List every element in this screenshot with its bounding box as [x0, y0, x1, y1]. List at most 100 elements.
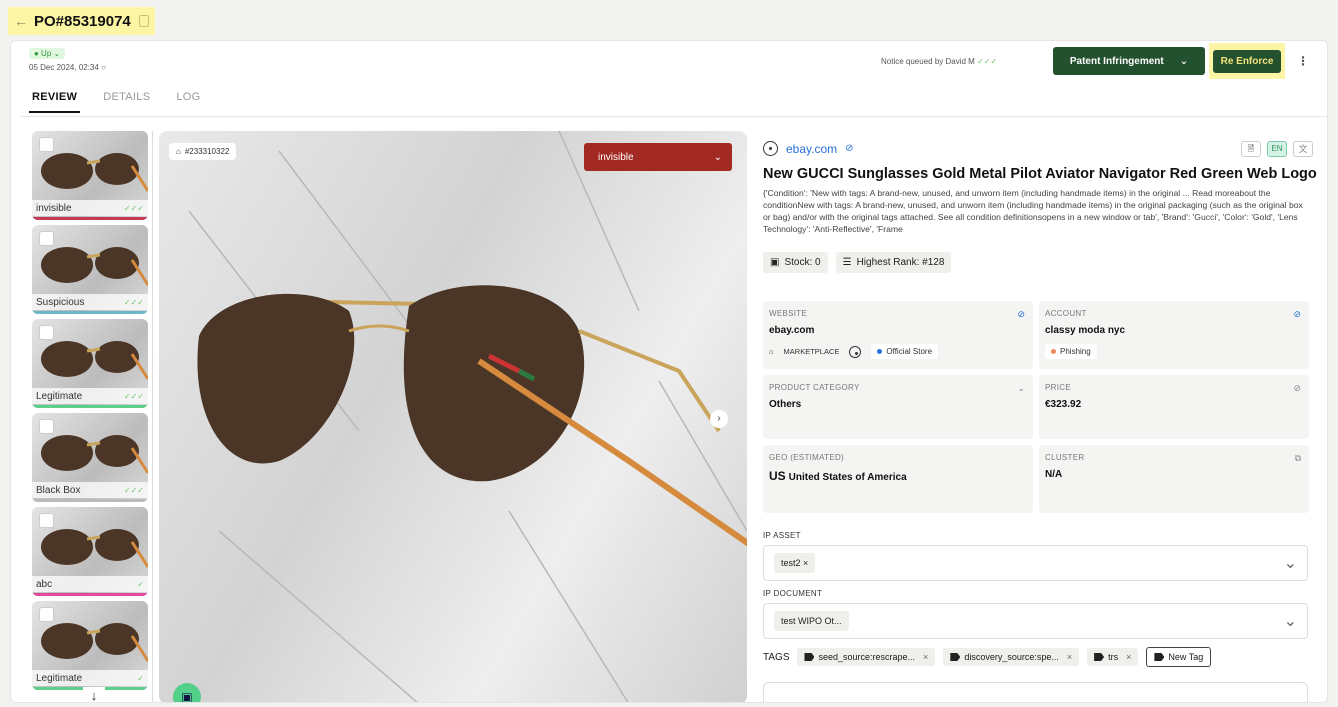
- stock-chip: ▣ Stock: 0: [763, 252, 828, 273]
- remove-icon: ×: [923, 652, 929, 662]
- patent-infringement-dropdown[interactable]: Patent Infringement ⌄: [1053, 47, 1205, 75]
- check-icon: ✓✓✓: [123, 391, 144, 401]
- account-card: ACCOUNT ⊘ classy moda nyc Phishing: [1039, 301, 1309, 369]
- chevron-down-icon: ⌄: [1017, 383, 1025, 393]
- tab-divider: [21, 116, 1327, 117]
- thumbnail-label: Legitimate ✓: [32, 670, 148, 686]
- tag-icon: [1154, 653, 1165, 661]
- remove-icon: ×: [1126, 652, 1132, 662]
- listing-chips: ▣ Stock: 0 ☰ Highest Rank: #128: [763, 252, 952, 273]
- thumbnail-item[interactable]: Suspicious ✓✓✓: [32, 225, 148, 314]
- re-enforce-button[interactable]: Re Enforce: [1212, 49, 1282, 73]
- thumbnail-list[interactable]: invisible ✓✓✓ Suspicious ✓✓✓ Legitimate ✓✓✓ Bl…: [32, 131, 150, 702]
- check-icon: ✓✓✓: [977, 57, 998, 66]
- marketplace-icon: ⌂: [769, 347, 774, 356]
- thumbnail-label: Suspicious ✓✓✓: [32, 294, 148, 310]
- check-icon: ✓: [137, 673, 144, 683]
- tag-icon: [804, 653, 815, 661]
- remove-icon: ×: [1066, 652, 1073, 662]
- check-icon: ✓✓✓: [123, 485, 144, 495]
- next-image-icon[interactable]: ›: [710, 410, 728, 428]
- tag-icon: [1094, 653, 1105, 661]
- marketplace-label: MARKETPLACE: [783, 347, 840, 356]
- clock-icon: ○: [101, 63, 106, 72]
- thumbnail-checkbox[interactable]: [39, 325, 54, 340]
- check-icon: ✓✓✓: [123, 297, 144, 307]
- website-value: ebay.com: [769, 325, 815, 336]
- comment-box[interactable]: [763, 682, 1308, 702]
- image-edit-icon[interactable]: ▣: [173, 683, 201, 702]
- building-icon: ⌂: [176, 147, 181, 156]
- geo-card: GEO (ESTIMATED) US United States of Ameri…: [763, 445, 1033, 513]
- tags-row: TAGS seed_source:rescrape... × discovery_…: [763, 647, 1212, 667]
- new-tag-button[interactable]: New Tag: [1146, 647, 1212, 667]
- thumbnail-item[interactable]: Legitimate ✓: [32, 601, 148, 690]
- chevron-down-icon: ⌄: [1283, 613, 1297, 630]
- thumbnail-status-bar: [32, 499, 148, 502]
- status-date: 05 Dec 2024, 02:34 ○: [29, 63, 106, 72]
- thumbnail-item[interactable]: Legitimate ✓✓✓: [32, 319, 148, 408]
- document-icon[interactable]: 🗎: [1241, 141, 1261, 157]
- thumbnail-checkbox[interactable]: [39, 231, 54, 246]
- more-options-icon[interactable]: ⋮: [1297, 54, 1309, 68]
- scroll-down-icon[interactable]: ↓: [83, 687, 105, 702]
- external-link-icon: ⧉: [1294, 453, 1301, 463]
- official-store-badge: Official Store: [871, 344, 939, 359]
- tab-review[interactable]: REVIEW: [28, 91, 81, 113]
- ip-document-label: IP DOCUMENT: [763, 589, 823, 598]
- tag-chip[interactable]: seed_source:rescrape... ×: [797, 648, 936, 666]
- ip-asset-label: IP ASSET: [763, 531, 801, 540]
- thumbnail-status-bar: [32, 593, 148, 596]
- thumbnail-item[interactable]: abc ✓: [32, 507, 148, 596]
- tag-chip[interactable]: discovery_source:spe... ×: [943, 648, 1080, 666]
- thumbnail-checkbox[interactable]: [39, 137, 54, 152]
- thumbnail-checkbox[interactable]: [39, 607, 54, 622]
- link-icon: ⊘: [845, 143, 854, 154]
- tab-details[interactable]: DETAILS: [103, 91, 150, 103]
- link-icon: ⊘: [1017, 309, 1025, 319]
- thumbnail-status-bar: [32, 311, 148, 314]
- thumbnail-item[interactable]: Black Box ✓✓✓: [32, 413, 148, 502]
- back-arrow-icon[interactable]: ←: [14, 13, 28, 29]
- box-icon: ▣: [770, 257, 780, 268]
- chevron-down-icon: ⌄: [1179, 55, 1189, 67]
- tag-icon: [950, 653, 961, 661]
- no-icon: ⊘: [1293, 383, 1301, 393]
- phishing-badge: Phishing: [1045, 344, 1097, 359]
- check-icon: ✓✓✓: [123, 203, 144, 213]
- globe-icon: [763, 141, 778, 156]
- enforce-highlight: Re Enforce: [1209, 43, 1285, 79]
- chevron-down-icon: ⌄: [713, 151, 722, 163]
- product-image[interactable]: ⌂ #233310322 invisible ⌄ › ▣: [159, 131, 747, 702]
- ip-asset-chip: test2 ×: [774, 553, 816, 573]
- thumbnail-label: Black Box ✓✓✓: [32, 482, 148, 498]
- thumbnail-label: abc ✓: [32, 576, 148, 592]
- lang-en-button[interactable]: EN: [1267, 141, 1287, 157]
- chevron-down-icon: ⌄: [1283, 555, 1297, 572]
- po-header[interactable]: ← PO#85319074: [8, 7, 155, 35]
- thumbnail-checkbox[interactable]: [39, 419, 54, 434]
- tab-log[interactable]: LOG: [176, 91, 200, 103]
- ip-asset-select[interactable]: test2 × ⌄: [763, 545, 1308, 581]
- copy-icon[interactable]: [138, 15, 149, 27]
- cluster-card: CLUSTER ⧉ N/A: [1039, 445, 1309, 513]
- language-switch: 🗎 EN 文: [1241, 141, 1313, 157]
- image-status-dropdown[interactable]: invisible ⌄: [584, 143, 732, 171]
- account-value: classy moda nyc: [1045, 325, 1126, 336]
- status-pill[interactable]: ● Up ⌄: [29, 48, 66, 59]
- thumbnail-checkbox[interactable]: [39, 513, 54, 528]
- translate-icon[interactable]: 文: [1293, 141, 1313, 157]
- link-icon: ⊘: [1293, 309, 1301, 319]
- site-link[interactable]: ebay.com ⊘: [763, 141, 854, 156]
- thumbnail-label: invisible ✓✓✓: [32, 200, 148, 216]
- ip-document-chip: test WIPO Ot...: [774, 611, 849, 631]
- tag-chip[interactable]: trs ×: [1087, 648, 1139, 666]
- thumbnail-item[interactable]: invisible ✓✓✓: [32, 131, 148, 220]
- rank-chip: ☰ Highest Rank: #128: [835, 252, 952, 273]
- tags-label: TAGS: [763, 651, 790, 663]
- review-card: ● Up ⌄ 05 Dec 2024, 02:34 ○ Notice queue…: [10, 40, 1328, 703]
- thumbnail-label: Legitimate ✓✓✓: [32, 388, 148, 404]
- category-card[interactable]: PRODUCT CATEGORY ⌄ Others: [763, 375, 1033, 439]
- ip-document-select[interactable]: test WIPO Ot... ⌄: [763, 603, 1308, 639]
- globe-icon: [849, 345, 862, 358]
